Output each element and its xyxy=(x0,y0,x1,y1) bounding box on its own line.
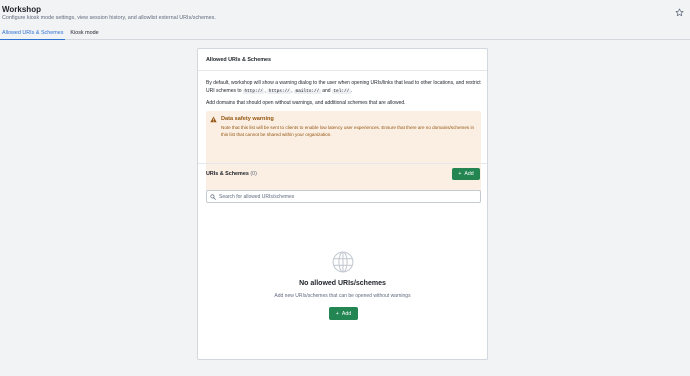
search-icon xyxy=(210,194,216,200)
page-header: Workshop Configure kiosk mode settings, … xyxy=(0,0,690,40)
list-title: URIs & Schemes (0) xyxy=(206,171,257,177)
add-button[interactable]: + Add xyxy=(452,168,480,180)
allowed-uris-panel: Allowed URIs & Schemes By default, works… xyxy=(197,48,488,360)
panel-description-line2: Add domains that should open without war… xyxy=(206,100,406,106)
panel-description: By default, workshop will show a warning… xyxy=(206,80,481,94)
empty-add-button[interactable]: + Add xyxy=(329,307,358,320)
plus-icon: + xyxy=(335,310,339,317)
list-count: (0) xyxy=(250,171,257,177)
tab-allowed-uris[interactable]: Allowed URIs & Schemes xyxy=(0,29,66,40)
tab-bar: Allowed URIs & Schemes Kiosk mode xyxy=(0,29,104,40)
page-title: Workshop xyxy=(2,5,41,14)
empty-state-title: No allowed URIs/schemes xyxy=(299,280,386,287)
globe-icon xyxy=(332,251,354,273)
empty-state-subtitle: Add new URIs/schemes that can be opened … xyxy=(274,293,411,299)
scheme-tel: tel:// xyxy=(331,88,351,94)
tab-kiosk-mode[interactable]: Kiosk mode xyxy=(68,29,100,40)
warning-title: Data safety warning xyxy=(221,116,274,122)
section-divider xyxy=(198,163,487,164)
plus-icon: + xyxy=(458,171,462,177)
scheme-http: http:// xyxy=(242,88,265,94)
warning-body: Note that this list will be sent to clie… xyxy=(221,125,475,137)
star-icon[interactable] xyxy=(675,8,684,17)
page-subtitle: Configure kiosk mode settings, view sess… xyxy=(2,15,216,21)
data-safety-warning: Data safety warning Note that this list … xyxy=(206,111,481,198)
scheme-mailto: mailto:// xyxy=(294,88,321,94)
panel-title: Allowed URIs & Schemes xyxy=(198,49,487,71)
search-placeholder: Search for allowed URIs/schemes xyxy=(219,194,295,200)
search-input[interactable]: Search for allowed URIs/schemes xyxy=(206,190,481,203)
scheme-https: https:// xyxy=(267,88,292,94)
warning-icon xyxy=(210,116,217,123)
